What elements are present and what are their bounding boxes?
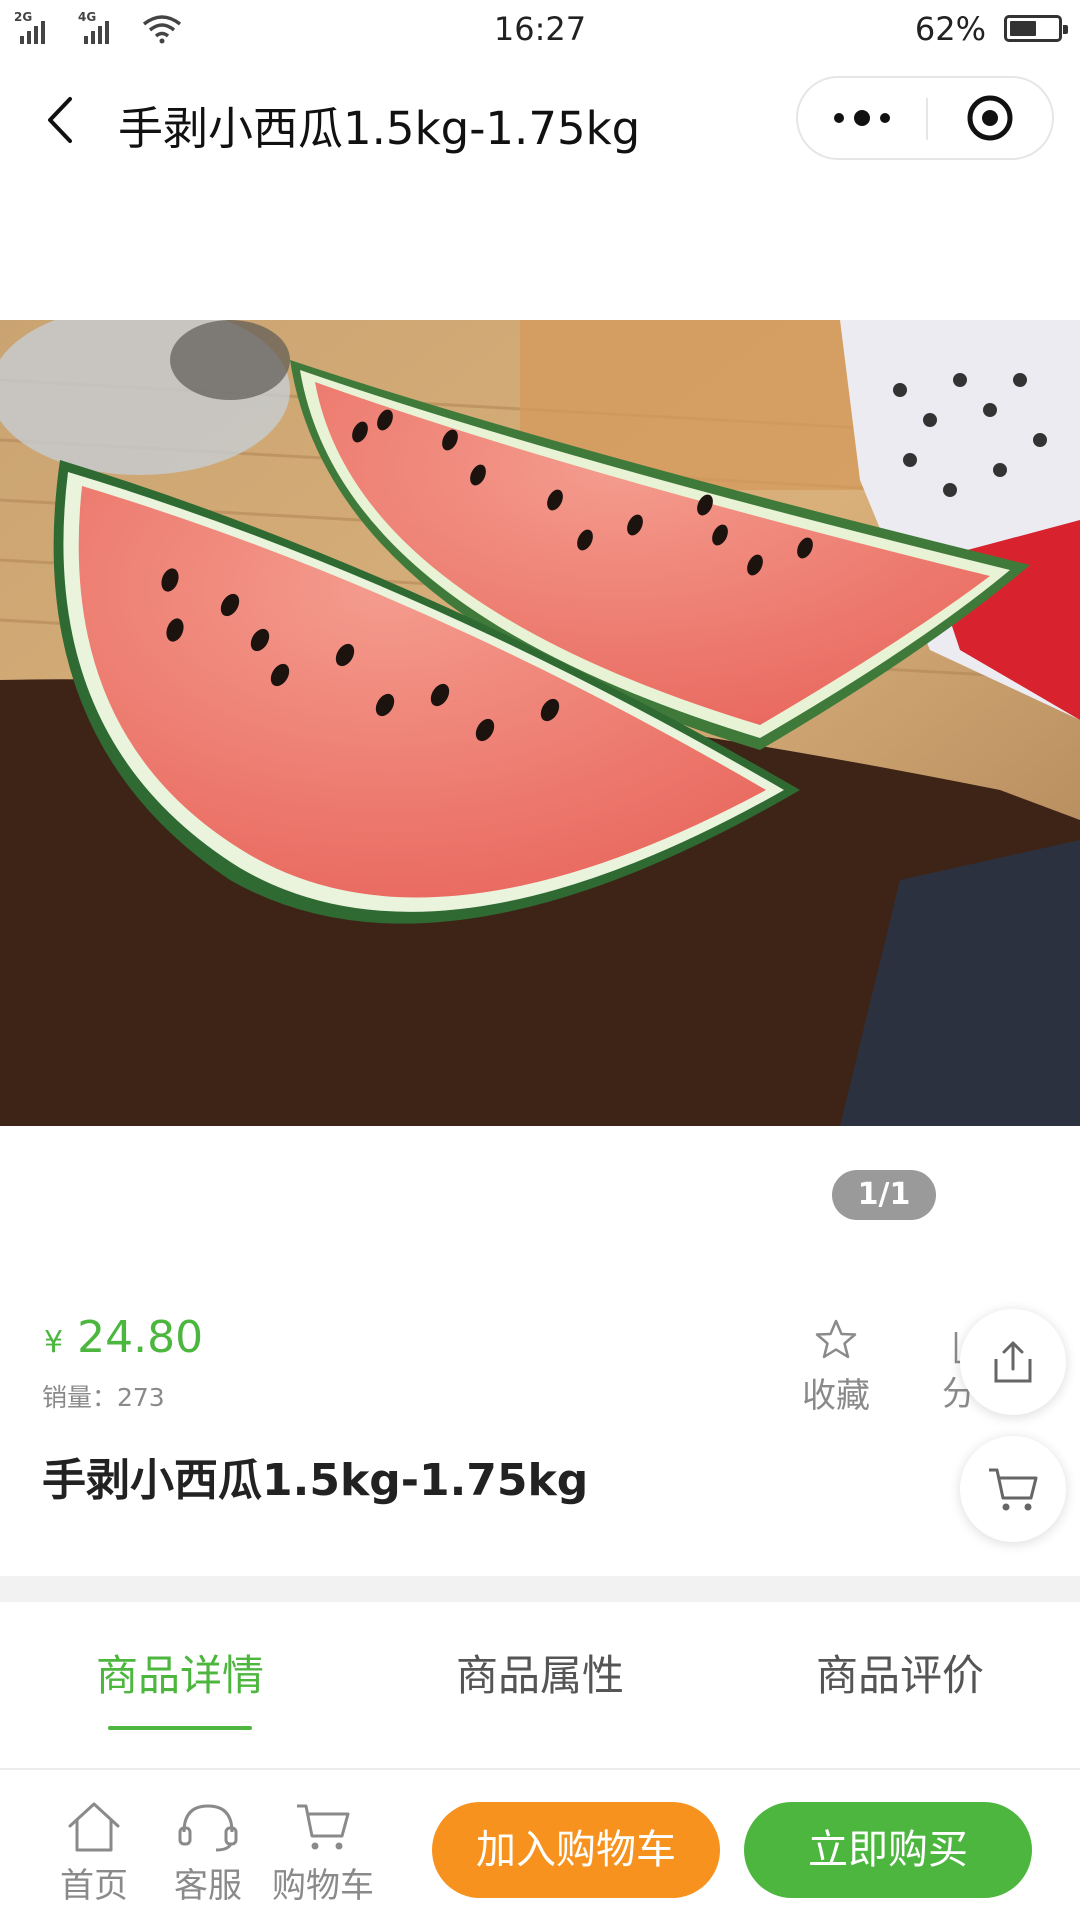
tab-attributes[interactable]: 商品属性 [360, 1602, 720, 1768]
price: 24.80 [77, 1312, 204, 1363]
tab-details[interactable]: 商品详情 [0, 1602, 360, 1768]
share-icon [994, 1341, 1032, 1383]
page-title: 手剥小西瓜1.5kg-1.75kg [118, 102, 641, 155]
home-icon [68, 1802, 120, 1852]
home-button[interactable]: 首页 [42, 1798, 146, 1907]
customer-service-button[interactable]: 客服 [156, 1798, 260, 1907]
watermelon-image [0, 320, 1080, 1126]
more-button[interactable] [798, 78, 926, 158]
section-divider [0, 1576, 1080, 1602]
floating-share-button[interactable] [960, 1309, 1066, 1415]
battery-icon [1004, 15, 1068, 42]
price-row: ¥ 24.80 [44, 1312, 203, 1363]
add-to-cart-button[interactable]: 加入购物车 [432, 1802, 720, 1898]
tab-reviews[interactable]: 商品评价 [720, 1602, 1080, 1768]
customer-service-label: 客服 [174, 1866, 242, 1906]
cart-label: 购物车 [272, 1866, 374, 1906]
chevron-left-icon [48, 97, 72, 143]
active-tab-indicator [108, 1726, 252, 1730]
target-circle-icon [967, 95, 1013, 141]
home-label: 首页 [60, 1866, 128, 1906]
product-image[interactable] [0, 320, 1080, 1126]
cart-icon [989, 1468, 1038, 1511]
tab-details-label: 商品详情 [95, 1651, 264, 1700]
image-pager: 1/1 [832, 1170, 936, 1220]
product-tabs: 商品详情 商品属性 商品评价 [0, 1602, 1080, 1768]
star-icon [815, 1319, 857, 1359]
mini-program-capsule [796, 76, 1054, 160]
close-button[interactable] [928, 78, 1052, 158]
sales-count: 销量：273 [42, 1383, 165, 1412]
battery-percent: 62% [914, 10, 986, 48]
floating-cart-button[interactable] [960, 1436, 1066, 1542]
tab-reviews-label: 商品评价 [815, 1651, 984, 1700]
bottom-action-bar: 首页 客服 购物车 加入购物车 立即购买 [0, 1768, 1080, 1920]
product-name: 手剥小西瓜1.5kg-1.75kg [42, 1455, 589, 1506]
tab-attributes-label: 商品属性 [455, 1651, 624, 1700]
favorite-label: 收藏 [802, 1376, 870, 1416]
back-button[interactable] [30, 90, 90, 150]
headset-icon [178, 1804, 238, 1852]
nav-bar: 手剥小西瓜1.5kg-1.75kg [0, 60, 1080, 180]
status-bar: 2G 4G 16:27 62% [0, 0, 1080, 60]
cart-icon [297, 1804, 350, 1850]
currency-symbol: ¥ [44, 1325, 64, 1360]
more-dots-icon [834, 110, 890, 126]
cart-nav-button[interactable]: 购物车 [268, 1798, 378, 1907]
buy-now-button[interactable]: 立即购买 [744, 1802, 1032, 1898]
favorite-button[interactable]: 收藏 [796, 1318, 876, 1417]
